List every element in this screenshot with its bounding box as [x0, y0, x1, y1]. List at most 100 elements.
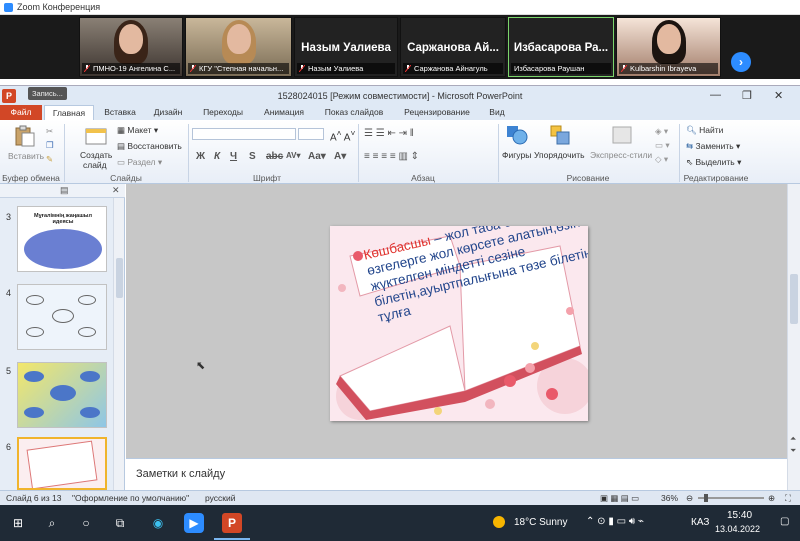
new-slide-icon[interactable]	[84, 125, 108, 147]
format-painter-icon[interactable]: ✎	[46, 154, 53, 165]
next-participants-button[interactable]: ›	[731, 52, 751, 72]
powerpoint-app-icon[interactable]: P	[222, 513, 242, 533]
strikethrough-icon[interactable]: abc	[266, 151, 283, 162]
participant-display-name: Саржанова Ай...	[407, 42, 499, 54]
outline-tab-icon[interactable]: ▤	[60, 185, 69, 196]
participant-tile[interactable]: Kulbarshin Ibrayeva	[616, 17, 721, 77]
change-case-icon[interactable]: Aa▾	[308, 151, 326, 162]
group-drawing-label: Рисование	[566, 173, 610, 183]
tab-view[interactable]: Вид	[484, 105, 510, 120]
ribbon: Вставить ✂ ❐ ✎ Буфер обмена Создать слай…	[0, 120, 800, 184]
new-slide-button[interactable]: Создать	[80, 150, 112, 160]
group-editing-label: Редактирование	[683, 173, 749, 183]
slide-thumbnail-3[interactable]: Мұғалімнің жаңашыл идеясы	[17, 206, 107, 272]
tray-icons[interactable]: ⌃ ⊙ ▮ ▭ 🔊︎ ⌁	[586, 516, 644, 527]
notifications-icon[interactable]: ▢	[780, 516, 789, 527]
tab-home[interactable]: Главная	[44, 105, 94, 120]
font-grow-shrink-icon[interactable]: A˄ A˅	[330, 128, 355, 143]
participant-tile[interactable]: Назым Уалиева Назым Уалиева	[294, 17, 398, 77]
slide-thumbnail-5[interactable]	[17, 362, 107, 428]
font-size-combo[interactable]	[298, 128, 324, 140]
shapes-icon[interactable]	[505, 124, 529, 146]
participant-name: Избасарова Раушан	[514, 64, 585, 73]
cut-icon[interactable]: ✂	[46, 126, 53, 137]
paste-button[interactable]: Вставить	[8, 151, 44, 161]
paste-icon[interactable]	[12, 125, 36, 147]
slide-thumbnail-6[interactable]	[17, 437, 107, 490]
participant-name: КГУ "Степная начальн...	[199, 64, 284, 73]
close-panel-icon[interactable]: ✕	[112, 185, 120, 196]
bullets-icon[interactable]: ☰ ☰ ⇤ ⇥ ‖	[364, 128, 414, 139]
prev-slide-icon[interactable]: ⏶	[790, 434, 796, 444]
participant-tile-active[interactable]: Избасарова Ра... Избасарова Раушан	[508, 17, 614, 77]
tab-slideshow[interactable]: Показ слайдов	[320, 105, 388, 120]
participant-name: Саржанова Айнагуль	[414, 64, 488, 73]
participant-tile[interactable]: КГУ "Степная начальн...	[185, 17, 292, 77]
copy-icon[interactable]: ❐	[46, 140, 54, 151]
edge-icon[interactable]: ◉	[148, 513, 168, 533]
replace-button[interactable]: ⇆ Заменить ▾	[686, 141, 740, 152]
panel-scrollbar[interactable]	[113, 198, 124, 490]
arrange-icon[interactable]	[549, 124, 573, 146]
layout-button[interactable]: ▦ Макет ▾	[117, 125, 158, 136]
reset-button[interactable]: ▤ Восстановить	[117, 141, 182, 152]
select-button[interactable]: ⇖ Выделить ▾	[686, 157, 741, 168]
spacing-icon[interactable]: AV▾	[286, 151, 301, 160]
zoom-out-icon[interactable]: ⊖	[686, 493, 693, 504]
close-icon[interactable]: ✕	[774, 89, 783, 102]
shapes-button[interactable]: Фигуры	[502, 150, 531, 160]
italic-icon[interactable]: К	[214, 151, 220, 162]
font-color-icon[interactable]: A▾	[334, 151, 346, 162]
tab-animation[interactable]: Анимация	[258, 105, 310, 120]
minimize-icon[interactable]: —	[710, 89, 721, 101]
shape-effects-icon[interactable]: ◇ ▾	[655, 154, 668, 165]
tab-review[interactable]: Рецензирование	[396, 105, 478, 120]
view-normal-icon[interactable]: ▣ ▦ ▤ ▭	[600, 493, 639, 504]
underline-icon[interactable]: Ч	[230, 151, 237, 162]
shape-outline-icon[interactable]: ▭ ▾	[655, 140, 670, 151]
font-name-combo[interactable]	[192, 128, 296, 140]
notes-pane[interactable]: Заметки к слайду	[126, 458, 787, 490]
tab-design[interactable]: Дизайн	[148, 105, 188, 120]
participant-tile[interactable]: ПМНО-19 Ангелина С...	[79, 17, 183, 77]
participant-tile[interactable]: Саржанова Ай... Саржанова Айнагуль	[400, 17, 506, 77]
group-slides-label: Слайды	[110, 173, 142, 183]
theme-name[interactable]: "Оформление по умолчанию"	[72, 493, 189, 503]
tab-insert[interactable]: Вставка	[100, 105, 140, 120]
slide-editing-area[interactable]: Көшбасшы – жол таба білетін, өзгелерге ж…	[126, 184, 787, 458]
arrange-button[interactable]: Упорядочить	[534, 150, 585, 160]
zoom-in-icon[interactable]: ⊕	[768, 493, 775, 504]
vertical-scrollbar[interactable]: ⏶ ⏷	[787, 184, 800, 490]
tab-transitions[interactable]: Переходы	[198, 105, 248, 120]
zoom-slider-thumb[interactable]	[704, 494, 708, 502]
find-button[interactable]: 🔍︎ Найти	[686, 125, 723, 136]
search-icon[interactable]: ⌕	[42, 513, 62, 533]
cortana-icon[interactable]: ○	[76, 513, 96, 533]
tab-file[interactable]: Файл	[0, 105, 42, 120]
chevron-right-icon: ›	[739, 55, 743, 69]
zoom-level[interactable]: 36%	[661, 493, 678, 503]
clock-date[interactable]: 13.04.2022	[715, 524, 760, 534]
taskbar: ⊞ ⌕ ○ ⧉ ◉ ▶ P 18°C Sunny ⌃ ⊙ ▮ ▭ 🔊︎ ⌁ КА…	[0, 505, 800, 541]
task-view-icon[interactable]: ⧉	[110, 513, 130, 533]
zoom-app-icon[interactable]: ▶	[184, 513, 204, 533]
current-slide[interactable]: Көшбасшы – жол таба білетін, өзгелерге ж…	[330, 226, 588, 421]
restore-icon[interactable]: ❐	[742, 89, 752, 102]
shadow-icon[interactable]: S	[249, 151, 256, 162]
next-slide-icon[interactable]: ⏷	[790, 446, 796, 456]
slide-thumbnail-4[interactable]	[17, 284, 107, 350]
windows-start-icon[interactable]: ⊞	[8, 513, 28, 533]
clock-time[interactable]: 15:40	[727, 510, 752, 521]
quick-styles-button[interactable]: Экспресс-стили	[590, 150, 652, 160]
weather-text[interactable]: 18°C Sunny	[514, 517, 567, 528]
keyboard-language[interactable]: КАЗ	[691, 517, 709, 528]
section-button[interactable]: ▭ Раздел ▾	[117, 157, 162, 168]
binoculars-icon: 🔍︎	[686, 125, 700, 135]
new-slide-button-line2[interactable]: слайд	[83, 160, 107, 170]
fit-to-window-icon[interactable]: ⛶	[785, 493, 791, 504]
align-icon[interactable]: ≡ ≡ ≡ ≡ ▥ ⇕	[364, 151, 419, 162]
bold-icon[interactable]: Ж	[196, 151, 205, 162]
language-indicator[interactable]: русский	[205, 493, 236, 503]
shape-fill-icon[interactable]: ◈ ▾	[655, 126, 668, 137]
quick-styles-icon[interactable]	[610, 124, 634, 146]
